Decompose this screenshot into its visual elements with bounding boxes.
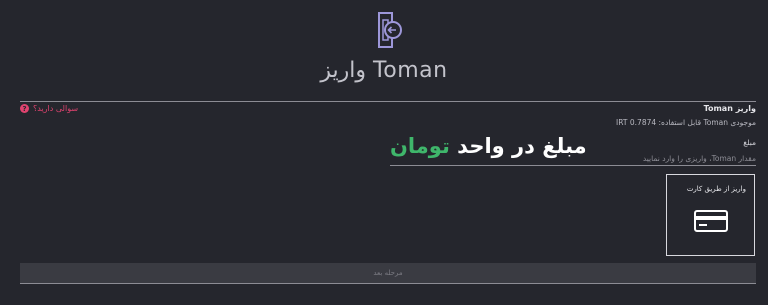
available-balance: موجودی Toman قابل استفاده: IRT 0.7874 — [616, 118, 756, 127]
wallet-arrow-icon — [378, 12, 402, 48]
header-divider — [20, 101, 756, 102]
amount-unit-caption-accent: تومان — [390, 134, 450, 158]
card-payment-label: واریز از طریق کارت — [686, 185, 746, 193]
credit-card-icon — [694, 210, 728, 232]
card-payment-option[interactable]: واریز از طریق کارت — [666, 174, 755, 256]
amount-unit-caption-prefix: مبلغ در واحد — [449, 134, 587, 158]
deposit-page: واریز Toman ? سوالی دارید؟ واریز Toman م… — [0, 0, 768, 305]
page-title: واریز Toman — [320, 58, 448, 83]
next-step-button[interactable]: مرحله بعد — [20, 263, 756, 284]
question-icon: ? — [20, 104, 29, 113]
amount-unit-caption: مبلغ در واحد تومان — [390, 134, 587, 158]
deposit-heading: واریز Toman — [703, 104, 756, 113]
help-link[interactable]: ? سوالی دارید؟ — [20, 104, 78, 113]
help-link-label: سوالی دارید؟ — [33, 104, 79, 113]
